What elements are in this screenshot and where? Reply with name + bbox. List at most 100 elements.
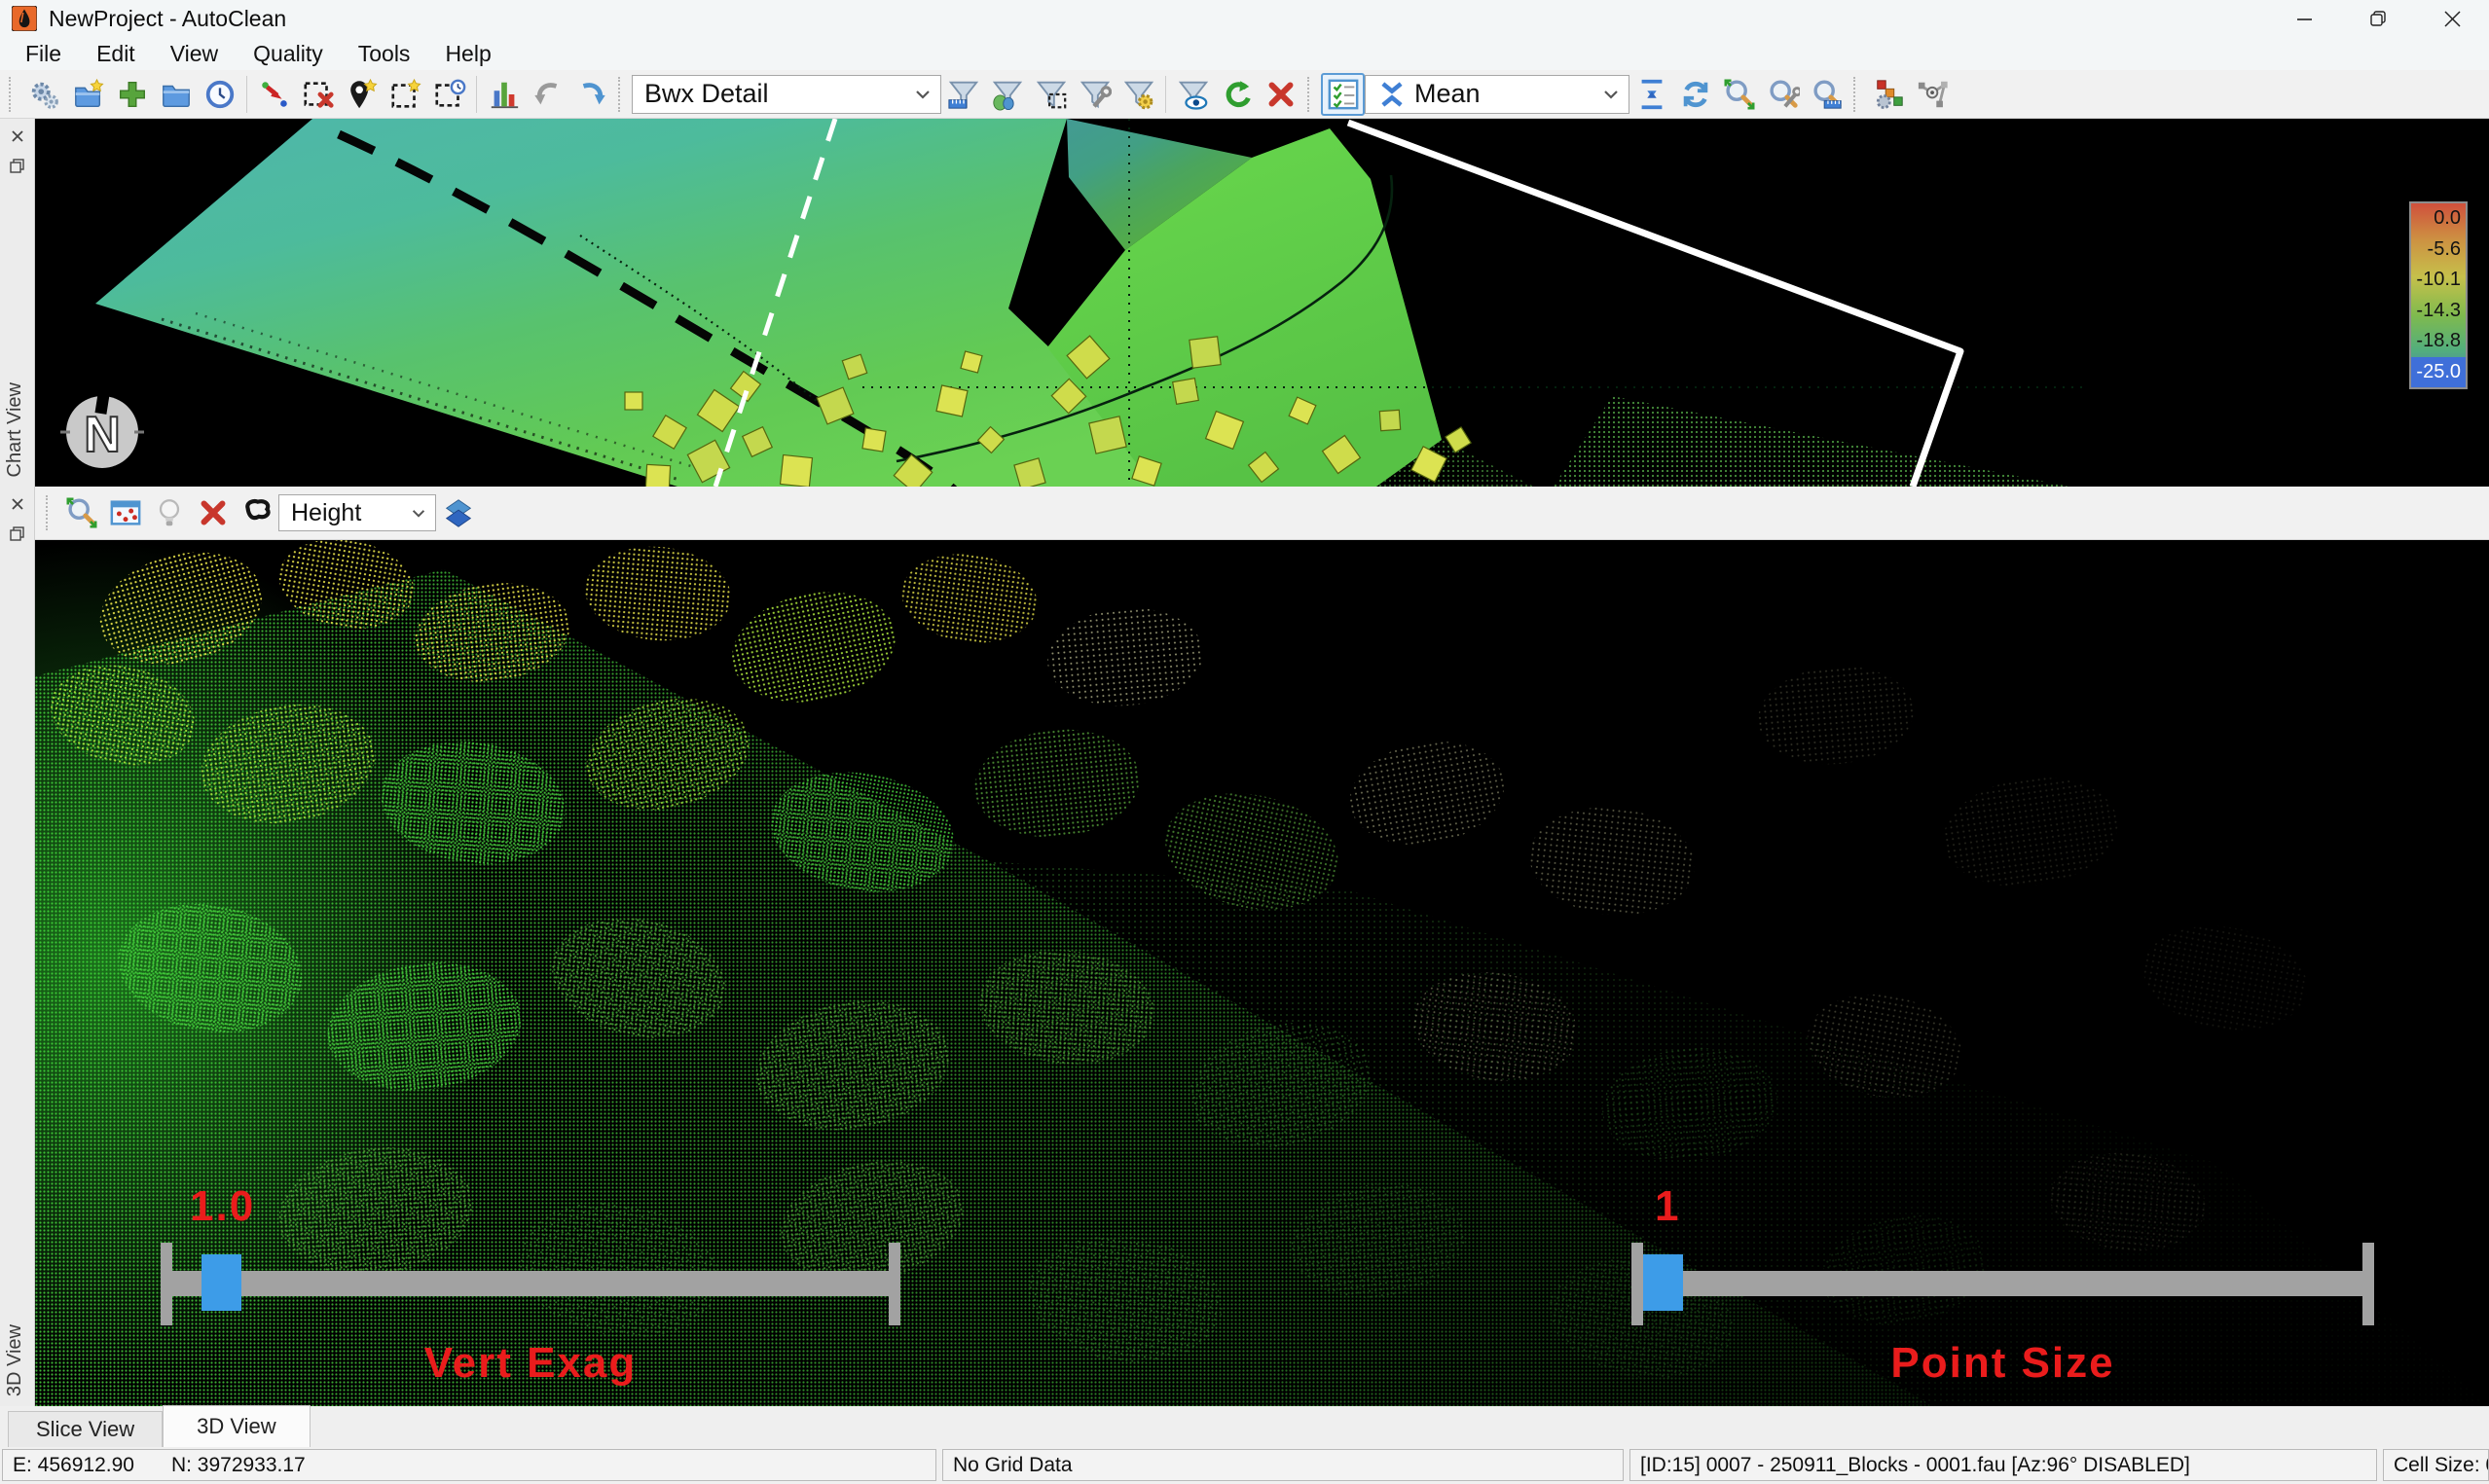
vert-exag-handle[interactable]	[201, 1254, 241, 1311]
color-mode-combo[interactable]: Height	[278, 494, 436, 531]
lasso-icon	[240, 496, 274, 529]
bathymetry-scene: N	[35, 119, 2489, 487]
restore-button[interactable]	[2341, 0, 2415, 37]
toolbar-grip[interactable]	[1307, 77, 1314, 112]
refresh-button[interactable]	[1673, 73, 1717, 116]
point-display-button[interactable]	[103, 491, 147, 534]
toolbar-grip[interactable]	[618, 77, 625, 112]
box-x-icon	[302, 78, 335, 111]
menu-help[interactable]: Help	[427, 37, 508, 70]
float-window-icon	[10, 159, 24, 173]
profile-nodes-button[interactable]	[1911, 73, 1955, 116]
add-data-button[interactable]	[110, 73, 154, 116]
filter-measure-button[interactable]	[941, 73, 985, 116]
filter-selection-button[interactable]	[1029, 73, 1073, 116]
tab-3d-view[interactable]: 3D View	[163, 1405, 311, 1447]
filter-delete-button[interactable]	[1259, 73, 1302, 116]
point-size-track[interactable]	[1637, 1271, 2368, 1296]
close-icon	[11, 497, 24, 511]
menu-file[interactable]: File	[8, 37, 79, 70]
folder-new-icon	[72, 78, 105, 111]
histogram-button[interactable]	[482, 73, 526, 116]
legend-value[interactable]: -18.8	[2411, 326, 2466, 357]
slider-end-cap	[2362, 1243, 2374, 1325]
chart-panel-float-button[interactable]	[5, 154, 30, 177]
zoom-green-icon	[1723, 78, 1756, 111]
menu-edit[interactable]: Edit	[79, 37, 153, 70]
toolbar-grip[interactable]	[9, 77, 16, 112]
point-size-handle[interactable]	[1643, 1254, 1683, 1311]
toolbar-grip[interactable]	[46, 495, 53, 530]
legend-value[interactable]: 0.0	[2411, 203, 2466, 235]
cube-settings-icon	[1873, 78, 1906, 111]
filter-undo-button[interactable]	[1215, 73, 1259, 116]
menu-bar: File Edit View Quality Tools Help	[0, 37, 2489, 70]
surface-combo[interactable]: Bwx Detail	[632, 75, 941, 114]
view3d-panel-float-button[interactable]	[5, 522, 30, 545]
project-settings-button[interactable]	[22, 73, 66, 116]
open-project-button[interactable]	[154, 73, 198, 116]
legend-value[interactable]: -10.1	[2411, 265, 2466, 296]
filter-adjust-button[interactable]	[1073, 73, 1116, 116]
f-tool-icon	[1079, 78, 1112, 111]
statistic-combo[interactable]: Mean	[1365, 75, 1629, 114]
zoom-extents-button[interactable]	[59, 491, 103, 534]
f-gear-icon	[1122, 78, 1155, 111]
menu-quality[interactable]: Quality	[236, 37, 341, 70]
chart-panel-close-button[interactable]	[5, 125, 30, 148]
toolbar-grip[interactable]	[1853, 77, 1860, 112]
zoom-measure-button[interactable]	[1805, 73, 1848, 116]
north-compass: N	[60, 393, 144, 468]
compass-label: N	[84, 407, 121, 463]
select-area-new-button[interactable]	[384, 73, 427, 116]
close-button[interactable]	[2415, 0, 2489, 37]
menu-view[interactable]: View	[153, 37, 236, 70]
filter-settings-button[interactable]	[1116, 73, 1160, 116]
vert-exag-slider[interactable]: 1.0 Vert Exag	[161, 1243, 900, 1325]
add-placemark-button[interactable]	[340, 73, 384, 116]
legend-value[interactable]: -14.3	[2411, 296, 2466, 327]
new-project-button[interactable]	[66, 73, 110, 116]
chevron-down-icon	[1601, 88, 1621, 101]
minimize-icon	[2296, 11, 2313, 27]
fit-vertical-button[interactable]	[1629, 73, 1673, 116]
legend-value[interactable]: -5.6	[2411, 235, 2466, 266]
delete-selection-button[interactable]	[296, 73, 340, 116]
zoom-green-icon	[65, 496, 98, 529]
scatter-icon	[109, 496, 142, 529]
select-area-time-button[interactable]	[427, 73, 471, 116]
filter-swath-button[interactable]	[985, 73, 1029, 116]
checklist-toggle-button[interactable]	[1321, 73, 1365, 116]
window-title: NewProject - AutoClean	[49, 6, 286, 32]
view3d-panel-close-button[interactable]	[5, 492, 30, 516]
delete-points-button[interactable]	[191, 491, 235, 534]
zoom-adjust-button[interactable]	[1761, 73, 1805, 116]
layers-icon	[442, 496, 475, 529]
time-history-button[interactable]	[198, 73, 241, 116]
filter-preview-button[interactable]	[1171, 73, 1215, 116]
grid-settings-button[interactable]	[1867, 73, 1911, 116]
chevron-down-icon	[913, 88, 933, 101]
minimize-button[interactable]	[2267, 0, 2341, 37]
flip-layers-button[interactable]	[436, 491, 480, 534]
tab-slice-view[interactable]: Slice View	[8, 1411, 163, 1447]
zoom-in-button[interactable]	[1717, 73, 1761, 116]
lighting-button[interactable]	[147, 491, 191, 534]
status-grid: No Grid Data	[942, 1449, 1624, 1481]
mag-wrench-icon	[1767, 78, 1800, 111]
plus-icon	[116, 78, 149, 111]
chart-viewport[interactable]: N 0.0 -5.6 -10.1 -14.3 -18.8 -25.0	[35, 119, 2489, 487]
vert-exag-track[interactable]	[166, 1271, 895, 1296]
undo-button[interactable]	[526, 73, 569, 116]
legend-value-selected[interactable]: -25.0	[2411, 357, 2466, 388]
menu-tools[interactable]: Tools	[341, 37, 428, 70]
lasso-select-button[interactable]	[235, 491, 278, 534]
redo-button[interactable]	[569, 73, 613, 116]
restore-icon	[2370, 11, 2387, 27]
status-easting: E: 456912.90	[13, 1454, 134, 1477]
box-star-icon	[389, 78, 422, 111]
view3d-viewport[interactable]: 1.0 Vert Exag 1 Point Size	[35, 540, 2489, 1406]
pick-tool-button[interactable]	[252, 73, 296, 116]
float-window-icon	[10, 526, 24, 541]
point-size-slider[interactable]: 1 Point Size	[1631, 1243, 2374, 1325]
